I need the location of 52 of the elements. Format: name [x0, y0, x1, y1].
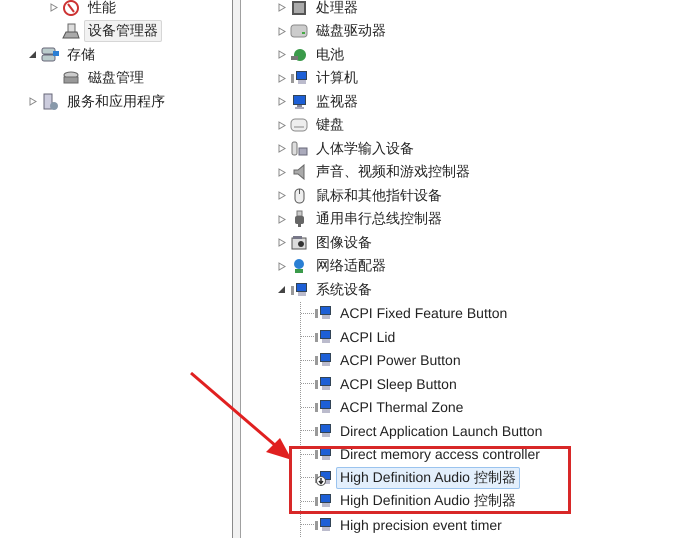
expand-arrow-icon[interactable]: [277, 238, 286, 248]
tree-item[interactable]: 监视器: [312, 90, 362, 113]
tree-item[interactable]: 计算机: [312, 67, 362, 90]
tree-item[interactable]: ACPI Thermal Zone: [336, 397, 468, 418]
drive-icon: [290, 22, 308, 40]
tree-item[interactable]: ACPI Lid: [336, 326, 400, 347]
tree-item[interactable]: 磁盘驱动器: [312, 20, 390, 42]
chip-icon: [290, 0, 308, 17]
device-manager-icon: [62, 22, 80, 40]
expand-arrow-icon[interactable]: [277, 120, 286, 130]
expand-arrow-icon[interactable]: [277, 3, 286, 12]
pane-splitter[interactable]: [233, 0, 241, 538]
tree-item[interactable]: 人体学输入设备: [312, 138, 418, 160]
tree-item[interactable]: 通用串行总线控制器: [312, 208, 446, 230]
tree-item[interactable]: 设备管理器: [84, 20, 162, 42]
tree-item[interactable]: 性能: [84, 0, 120, 19]
tree-item[interactable]: 声音、视频和游戏控制器: [312, 161, 474, 184]
expand-arrow-icon[interactable]: [277, 262, 286, 271]
expand-arrow-icon[interactable]: [277, 50, 286, 60]
collapse-arrow-icon[interactable]: [28, 50, 37, 60]
expand-arrow-icon[interactable]: [49, 3, 58, 12]
tree-item[interactable]: 处理器: [312, 0, 362, 19]
tree-item[interactable]: 系统设备: [312, 278, 376, 301]
tree-item[interactable]: 磁盘管理: [84, 67, 148, 90]
tree-item[interactable]: 存储: [63, 44, 99, 66]
tree-item[interactable]: High Definition Audio 控制器: [336, 490, 520, 512]
expand-arrow-icon[interactable]: [277, 74, 286, 83]
expand-arrow-icon[interactable]: [277, 168, 286, 177]
tree-item[interactable]: 图像设备: [312, 232, 376, 254]
collapse-arrow-icon[interactable]: [277, 285, 286, 294]
tree-item[interactable]: 键盘: [312, 114, 348, 136]
monitor-icon: [290, 92, 308, 111]
tree-item[interactable]: ACPI Sleep Button: [336, 374, 461, 394]
expand-arrow-icon[interactable]: [28, 97, 37, 106]
storage-icon: [41, 46, 59, 64]
tree-item[interactable]: 网络适配器: [312, 255, 390, 278]
tree-item[interactable]: 鼠标和其他指针设备: [312, 184, 446, 207]
tree-item[interactable]: Direct memory access controller: [336, 444, 544, 464]
expand-arrow-icon[interactable]: [277, 214, 286, 224]
tree-item[interactable]: ACPI Power Button: [336, 350, 465, 370]
tree-item[interactable]: 电池: [312, 44, 348, 66]
tree-item[interactable]: Direct Application Launch Button: [336, 420, 546, 441]
expand-arrow-icon[interactable]: [277, 26, 286, 36]
keyboard-icon: [290, 116, 308, 134]
computer-icon: [290, 280, 308, 299]
expand-arrow-icon[interactable]: [277, 144, 286, 154]
tree-item[interactable]: High precision event timer: [336, 514, 506, 535]
tree-item[interactable]: 服务和应用程序: [63, 90, 169, 113]
tree-item[interactable]: ACPI Fixed Feature Button: [336, 303, 512, 324]
expand-arrow-icon[interactable]: [277, 191, 286, 200]
camera-icon: [290, 234, 308, 252]
expand-arrow-icon[interactable]: [277, 97, 286, 106]
